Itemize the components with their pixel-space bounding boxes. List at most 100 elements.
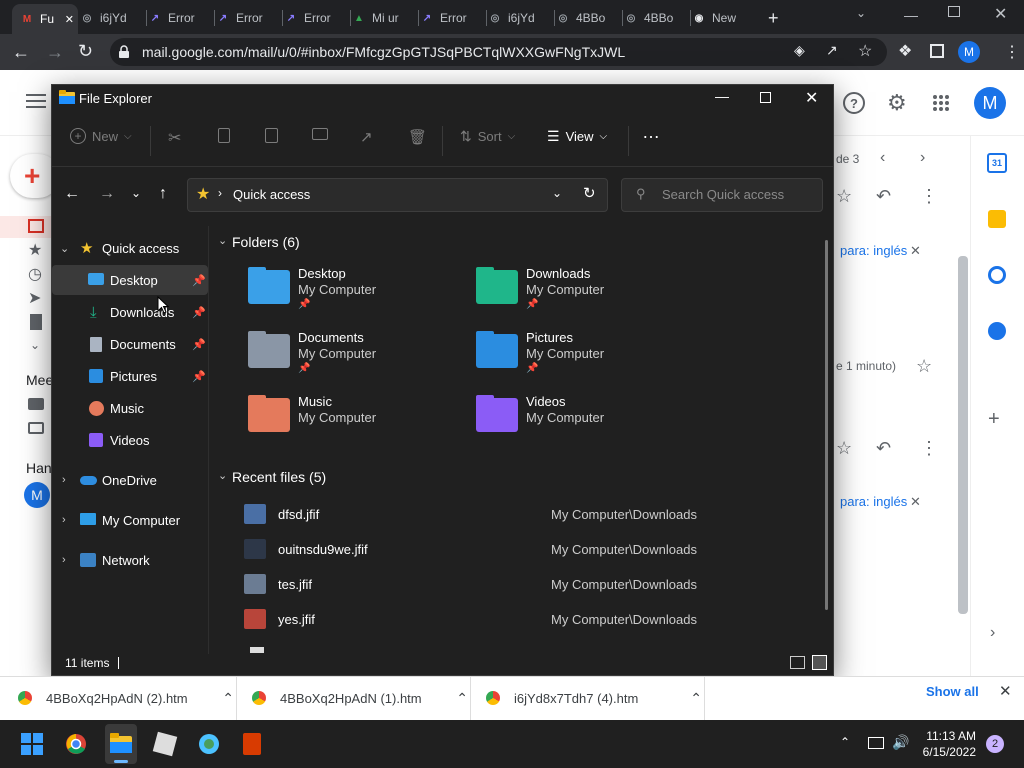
- drafts-icon[interactable]: [30, 314, 42, 330]
- up-arrow-icon[interactable]: ↑: [159, 185, 167, 203]
- paste-icon[interactable]: [265, 128, 278, 143]
- close-tab-icon[interactable]: ✕: [65, 13, 74, 26]
- prev-page-icon[interactable]: ‹: [880, 149, 885, 167]
- nav-downloads[interactable]: ⤓ Downloads 📌: [52, 297, 208, 327]
- browser-tab[interactable]: ◎ 4BBo: [624, 5, 690, 31]
- browser-tab[interactable]: ↗ Error: [420, 5, 486, 31]
- new-button[interactable]: + New ⌵: [70, 128, 132, 144]
- clock-time[interactable]: 11:13 AM: [926, 729, 976, 743]
- folder-tile[interactable]: Desktop My Computer 📌: [246, 266, 466, 322]
- more-vert-icon[interactable]: ⋮: [920, 186, 938, 207]
- office-taskbar-icon[interactable]: [243, 733, 261, 755]
- volume-icon[interactable]: 🔊: [892, 734, 909, 751]
- translate-link[interactable]: para: inglés: [840, 243, 907, 258]
- download-options-chevron-icon[interactable]: ⌃: [456, 690, 468, 707]
- new-meeting-icon[interactable]: [28, 398, 44, 410]
- browser-tab[interactable]: ↗ Error: [284, 5, 350, 31]
- folder-tile[interactable]: Music My Computer: [246, 394, 466, 450]
- recent-file-row[interactable]: dfsd.jfif My Computer\Downloads: [236, 498, 810, 532]
- forward-arrow-icon[interactable]: →: [99, 185, 115, 203]
- download-item[interactable]: 4BBoXq2HpAdN (2).htm ⌃: [18, 676, 234, 720]
- browser-tab[interactable]: M Fu ✕: [12, 4, 78, 34]
- details-view-icon[interactable]: [790, 656, 805, 669]
- copy-icon[interactable]: [218, 128, 230, 143]
- browser-tab[interactable]: ↗ Error: [216, 5, 282, 31]
- recent-file-row[interactable]: ouitnsdu9we.jfif My Computer\Downloads: [236, 533, 810, 567]
- snoozed-clock-icon[interactable]: ◷: [28, 264, 42, 284]
- forward-icon[interactable]: →: [46, 42, 64, 63]
- star-icon[interactable]: ☆: [836, 186, 852, 207]
- back-icon[interactable]: ←: [12, 42, 30, 63]
- more-chevron-icon[interactable]: ⌄: [30, 338, 40, 352]
- nav-my-computer[interactable]: › My Computer: [52, 505, 208, 535]
- browser-tab[interactable]: ◎ i6jYd: [80, 5, 146, 31]
- dismiss-translate-icon[interactable]: ✕: [910, 494, 921, 510]
- extensions-puzzle-icon[interactable]: ❖: [898, 41, 912, 61]
- refresh-icon[interactable]: ↻: [583, 184, 596, 202]
- inbox-nav-highlight[interactable]: [0, 216, 52, 238]
- browser-tab[interactable]: ◎ 4BBo: [556, 5, 622, 31]
- profile-avatar[interactable]: M: [958, 41, 980, 63]
- folder-tile[interactable]: Pictures My Computer 📌: [474, 330, 694, 386]
- starred-icon[interactable]: ★: [28, 240, 42, 260]
- restore-window-icon[interactable]: [948, 6, 960, 17]
- download-options-chevron-icon[interactable]: ⌃: [222, 690, 234, 707]
- folders-header[interactable]: Folders (6): [232, 234, 300, 250]
- view-button[interactable]: ☰ View ⌵: [547, 128, 607, 145]
- browser-tab[interactable]: ▲ Mi ur: [352, 5, 418, 31]
- recent-collapse-icon[interactable]: ⌄: [218, 469, 227, 482]
- next-page-icon[interactable]: ›: [920, 149, 925, 167]
- nav-quick-access[interactable]: ⌄ ★ Quick access: [52, 233, 208, 263]
- folder-tile[interactable]: Videos My Computer: [474, 394, 694, 450]
- nav-network[interactable]: › Network: [52, 545, 208, 575]
- rename-icon[interactable]: [312, 128, 328, 140]
- side-panel-icon[interactable]: [930, 44, 944, 58]
- display-icon[interactable]: [868, 737, 884, 749]
- star-icon[interactable]: ☆: [836, 438, 852, 459]
- search-input-placeholder[interactable]: Search Quick access: [662, 187, 784, 202]
- sort-button[interactable]: ⇅ Sort ⌵: [460, 128, 515, 145]
- address-dropdown-icon[interactable]: ⌄: [552, 186, 562, 200]
- site-info-icon[interactable]: ◈: [794, 42, 805, 59]
- bookmark-star-icon[interactable]: ☆: [858, 41, 872, 61]
- expand-panel-icon[interactable]: ›: [990, 624, 995, 642]
- dismiss-translate-icon[interactable]: ✕: [910, 243, 921, 259]
- download-item[interactable]: i6jYd8x7Tdh7 (4).htm ⌃: [486, 676, 702, 720]
- calendar-icon[interactable]: 31: [987, 153, 1007, 173]
- join-meeting-keyboard-icon[interactable]: [28, 422, 44, 434]
- explorer-maximize-icon[interactable]: [760, 92, 771, 103]
- nav-documents[interactable]: Documents 📌: [52, 329, 208, 359]
- star-icon[interactable]: ☆: [916, 356, 932, 377]
- settings-gear-icon[interactable]: ⚙: [887, 90, 907, 116]
- share-icon[interactable]: ↗: [826, 42, 838, 59]
- tasks-icon[interactable]: [988, 266, 1006, 284]
- browser-tab[interactable]: ◎ i6jYd: [488, 5, 554, 31]
- nav-onedrive[interactable]: › OneDrive: [52, 465, 208, 495]
- show-all-downloads-button[interactable]: Show all: [926, 684, 979, 699]
- windows-start-icon[interactable]: [21, 733, 43, 755]
- chrome-taskbar-icon[interactable]: [65, 733, 87, 755]
- add-addon-icon[interactable]: +: [988, 408, 1000, 431]
- keep-icon[interactable]: [988, 210, 1006, 228]
- folders-collapse-icon[interactable]: ⌄: [218, 234, 227, 247]
- gmail-account-avatar[interactable]: M: [974, 87, 1006, 119]
- contacts-icon[interactable]: [988, 322, 1006, 340]
- clock-date[interactable]: 6/15/2022: [918, 745, 976, 759]
- recent-file-row[interactable]: tes.jfif My Computer\Downloads: [236, 568, 810, 602]
- help-icon[interactable]: ?: [843, 92, 865, 114]
- tab-search-icon[interactable]: ⌄: [856, 6, 866, 20]
- recent-locations-chevron-icon[interactable]: ⌄: [131, 186, 141, 200]
- reply-icon[interactable]: ↶: [876, 438, 891, 459]
- notification-badge[interactable]: 2: [986, 735, 1004, 753]
- new-tab-button[interactable]: +: [768, 8, 779, 29]
- hamburger-menu-icon[interactable]: [26, 94, 46, 110]
- nav-videos[interactable]: Videos: [52, 425, 208, 455]
- gmail-scrollbar[interactable]: [958, 256, 968, 614]
- see-more-button[interactable]: …: [642, 122, 660, 143]
- download-options-chevron-icon[interactable]: ⌃: [690, 690, 702, 707]
- hangouts-avatar[interactable]: M: [24, 482, 50, 508]
- translate-link[interactable]: para: inglés: [840, 494, 907, 509]
- close-window-icon[interactable]: ✕: [994, 4, 1007, 24]
- share-icon[interactable]: ↗: [360, 128, 373, 146]
- show-hidden-icons-chevron[interactable]: ⌃: [840, 735, 850, 749]
